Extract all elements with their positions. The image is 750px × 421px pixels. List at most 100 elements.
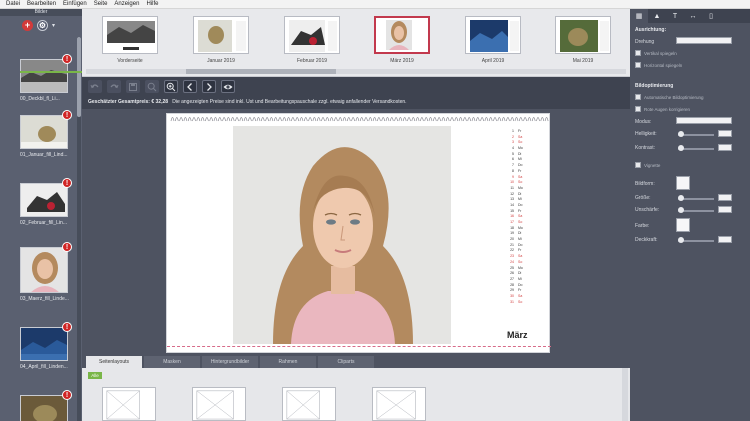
layout-preview (106, 390, 140, 420)
tab-cliparts[interactable]: Cliparts (318, 356, 374, 368)
menu-hilfe[interactable]: Hilfe (146, 0, 158, 8)
sidebar-item-1[interactable]: ! 01_Januar_fill_Lind... (20, 110, 72, 158)
add-image-button[interactable]: + (22, 19, 33, 31)
spiral-loop (235, 117, 239, 122)
menu-seite[interactable]: Seite (94, 0, 108, 8)
spiral-loop (192, 117, 196, 122)
page-thumb-april[interactable]: April 2019 (465, 16, 521, 64)
tab-frames[interactable]: Rahmen (260, 356, 316, 368)
zoom-in-button[interactable] (164, 80, 178, 93)
layout-option[interactable] (372, 387, 426, 421)
layout-option[interactable] (192, 387, 246, 421)
sidebar-item-5[interactable]: ! (20, 390, 72, 421)
spiral-loop (282, 117, 287, 122)
tab-text[interactable]: T (666, 9, 684, 23)
chevron-down-icon[interactable]: ▾ (52, 22, 55, 29)
tab-image-properties[interactable]: ▦ (630, 9, 648, 23)
spiral-loop (424, 117, 429, 122)
flip-horizontal-checkbox[interactable] (635, 62, 641, 68)
color-picker[interactable] (676, 218, 690, 232)
sidebar-item-3[interactable]: ! 03_Maerz_fill_Linde... (20, 242, 72, 302)
undo-button[interactable] (88, 80, 102, 93)
gear-icon[interactable]: ⚙ (37, 19, 48, 31)
sidebar-item-0[interactable]: ! 00_Deckbl_fl_Li... (20, 54, 72, 102)
layout-preview (196, 390, 234, 420)
spiral-loop (308, 117, 312, 122)
spiral-loop (415, 117, 420, 122)
menu-einfuegen[interactable]: Einfügen (63, 0, 87, 8)
warning-badge: ! (62, 54, 72, 64)
sidebar-title: Bilder (0, 9, 82, 16)
sidebar-item-label: 04_April_fill_Linden... (20, 364, 68, 370)
spiral-loop (273, 117, 278, 122)
spiral-loop (501, 117, 506, 122)
tab-page-layouts[interactable]: Seitenlayouts (86, 356, 142, 368)
rotation-field[interactable] (676, 37, 732, 44)
portrait-photo[interactable] (233, 126, 451, 344)
sidebar-item-4[interactable]: ! 04_April_fill_Linden... (20, 322, 72, 370)
vignette-checkbox[interactable] (635, 162, 641, 168)
opacity-value[interactable] (718, 236, 732, 243)
sidebar-item-2[interactable]: ! 02_Februar_fill_Lin... (20, 178, 72, 226)
tab-page[interactable]: ▯ (702, 9, 720, 23)
accent-line-left (20, 71, 82, 73)
spiral-loop (230, 117, 235, 122)
spiral-loop (536, 117, 540, 122)
spiral-loop (364, 117, 368, 122)
preview-button[interactable] (221, 80, 235, 93)
page-strip-scrollbar[interactable] (86, 69, 626, 74)
mode-select[interactable] (676, 117, 732, 124)
scrollbar-thumb[interactable] (186, 69, 336, 74)
layout-panel: Alle (82, 368, 630, 421)
zoom-out-button[interactable] (145, 80, 159, 93)
spiral-loop (531, 117, 536, 122)
layout-preview (286, 390, 320, 420)
spiral-loop (475, 117, 480, 122)
page-thumb-february[interactable]: Februar 2019 (284, 16, 340, 64)
layout-option[interactable] (102, 387, 156, 421)
spiral-loop (346, 117, 351, 122)
size-knob[interactable] (678, 195, 684, 201)
tab-backgrounds[interactable]: Hintergrundbilder (202, 356, 258, 368)
filter-all-button[interactable]: Alle (88, 372, 102, 379)
save-button[interactable] (126, 80, 140, 93)
sidebar-item-label: 01_Januar_fill_Lind... (20, 152, 68, 158)
menu-anzeigen[interactable]: Anzeigen (114, 0, 139, 8)
auto-optimize-checkbox[interactable] (635, 94, 641, 100)
red-eye-checkbox[interactable] (635, 106, 641, 112)
brightness-value[interactable] (718, 130, 732, 137)
page-thumb-may[interactable]: Mai 2019 (555, 16, 611, 64)
page-thumb-cover[interactable]: Vorderseite (102, 16, 158, 64)
brightness-knob[interactable] (678, 131, 684, 137)
opacity-knob[interactable] (678, 237, 684, 243)
previous-page-button[interactable] (183, 80, 197, 93)
tab-landscape[interactable]: ▲ (648, 9, 666, 23)
page-thumb-march[interactable]: März 2019 (374, 16, 430, 64)
redo-button[interactable] (107, 80, 121, 93)
tab-masks[interactable]: Masken (144, 356, 200, 368)
mode-label: Modus: (635, 119, 652, 125)
shape-picker[interactable] (676, 176, 690, 190)
spiral-loop (527, 117, 532, 122)
layout-option[interactable] (282, 387, 336, 421)
tab-arrange[interactable]: ↔ (684, 9, 702, 23)
brightness-label: Helligkeit: (635, 131, 657, 137)
contrast-knob[interactable] (678, 145, 684, 151)
next-page-button[interactable] (202, 80, 216, 93)
spiral-loop (398, 117, 403, 122)
spiral-loop (200, 117, 205, 122)
page-thumb-january[interactable]: Januar 2019 (193, 16, 249, 64)
sidebar-scrollbar[interactable] (77, 37, 81, 421)
size-value[interactable] (718, 194, 732, 201)
menu-datei[interactable]: Datei (6, 0, 20, 8)
scrollbar-thumb[interactable] (77, 37, 81, 117)
flip-vertical-checkbox[interactable] (635, 50, 641, 56)
blur-value[interactable] (718, 206, 732, 213)
contrast-value[interactable] (718, 144, 732, 151)
thumbnail-image (20, 395, 68, 421)
red-eye-label: Rote Augen korrigieren (644, 107, 691, 112)
blur-knob[interactable] (678, 207, 684, 213)
layout-scrollbar[interactable] (622, 368, 628, 421)
menu-bearbeiten[interactable]: Bearbeiten (27, 0, 56, 8)
calendar-page[interactable]: 1 Fr 2 Sa 3 So 4 Mo 5 Di 6 Mi 7 Do 8 Fr 9 Sa 10 So 11 Mo 12 Di 1… (166, 113, 551, 353)
